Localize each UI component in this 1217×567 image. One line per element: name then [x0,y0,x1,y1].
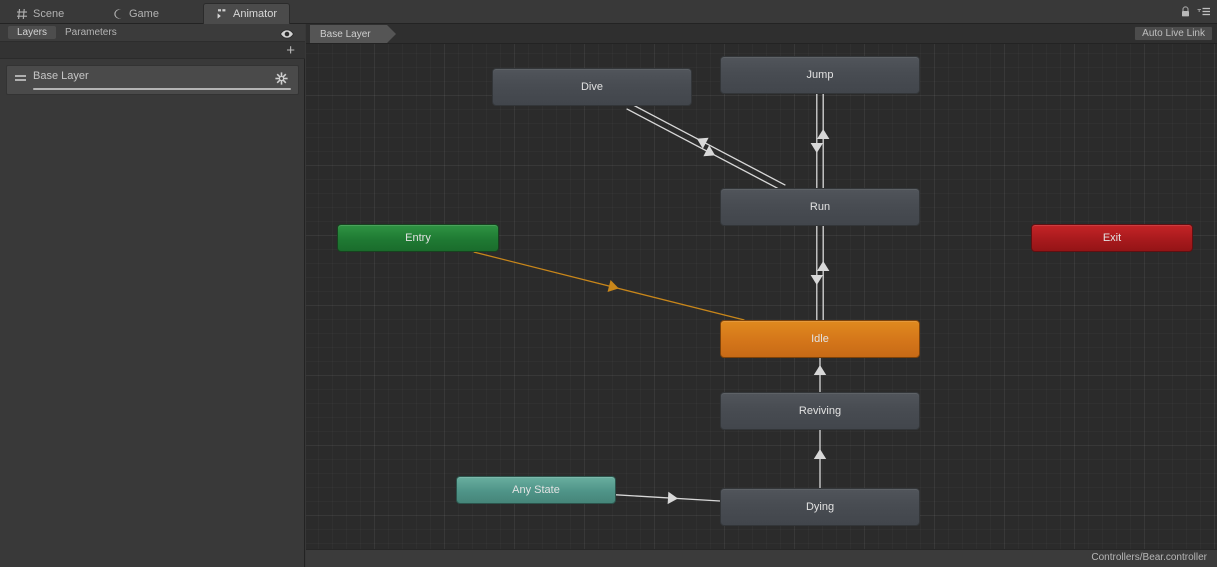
state-node-label: Reviving [798,405,842,417]
lock-icon[interactable] [1180,5,1191,23]
state-node-label: Exit [1102,232,1122,244]
layer-name-label: Base Layer [33,70,89,82]
state-node-exit[interactable]: Exit [1031,224,1193,252]
window-tab-bar-controls [1180,5,1211,23]
animator-window: Scene Game Animator Layers Parameters + … [0,0,1217,567]
grid-icon [16,8,28,20]
state-node-label: Any State [512,484,560,496]
state-node-dive[interactable]: Dive [492,68,692,106]
add-layer-button[interactable]: + [286,43,295,58]
state-node-entry[interactable]: Entry [337,224,499,252]
layers-panel-tabs: Layers Parameters [0,24,305,42]
layer-weight-slider[interactable] [33,88,291,90]
layers-panel: Layers Parameters + Base Layer [0,24,305,567]
breadcrumb-base-layer[interactable]: Base Layer [310,25,396,43]
hamburger-menu-icon[interactable] [1197,5,1211,23]
state-node-label: Run [809,201,831,213]
gear-icon[interactable] [275,72,288,85]
state-node-label: Jump [806,69,834,81]
state-node-label: Idle [811,333,829,345]
tab-layers-label: Layers [17,27,48,38]
tab-scene-label: Scene [33,7,65,20]
graph-breadcrumb-bar: Base Layer Auto Live Link [306,24,1217,44]
tab-scene[interactable]: Scene [4,3,76,24]
tab-parameters-label: Parameters [65,27,117,38]
layer-row-base-layer[interactable]: Base Layer [6,65,299,95]
state-node-reviving[interactable]: Reviving [720,392,920,430]
state-node-idle[interactable]: Idle [720,320,920,358]
state-node-label: Dive [580,81,603,93]
tab-game-label: Game [129,7,159,20]
breadcrumb-label: Base Layer [320,28,371,40]
gamepad-icon [112,8,124,20]
state-node-run[interactable]: Run [720,188,920,226]
animator-graph-canvas[interactable]: Base Layer Auto Live Link Dive Jump Run Ent… [306,24,1217,567]
state-node-anystate[interactable]: Any State [456,476,616,504]
tab-animator[interactable]: Animator [203,3,291,24]
state-node-label: Entry [405,232,431,244]
tab-game[interactable]: Game [100,3,171,24]
state-node-label: Dying [805,501,835,513]
drag-handle-icon[interactable] [15,75,26,77]
layers-add-bar: + [0,42,305,59]
state-node-dying[interactable]: Dying [720,488,920,526]
tab-animator-label: Animator [233,8,278,20]
eye-icon[interactable] [279,27,295,39]
state-node-jump[interactable]: Jump [720,56,920,94]
transition-edges [473,94,830,505]
auto-live-link-label: Auto Live Link [1142,28,1205,39]
controller-path-label: Controllers/Bear.controller [1091,552,1207,563]
tab-layers[interactable]: Layers [8,26,57,39]
animator-graph-icon [216,8,228,20]
tab-parameters[interactable]: Parameters [56,26,126,39]
window-tab-bar: Scene Game Animator [0,0,1217,24]
status-bar: Controllers/Bear.controller [306,549,1217,567]
auto-live-link-button[interactable]: Auto Live Link [1134,26,1213,41]
